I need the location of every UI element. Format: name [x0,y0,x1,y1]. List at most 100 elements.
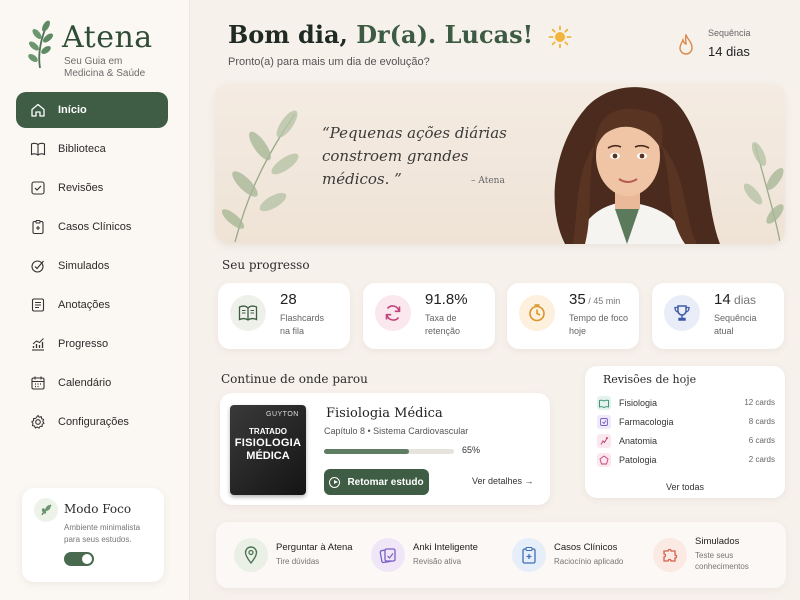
gear-icon [30,414,46,430]
sidebar-item-biblioteca[interactable]: Biblioteca [16,131,168,167]
book-progress-fill [324,449,409,454]
focus-mode-card: Modo Foco Ambiente minimalista para seus … [22,488,164,582]
sidebar-item-label: Biblioteca [58,143,106,155]
tool-name: Simulados [695,536,740,547]
sidebar-nav: Início Biblioteca Revisões Casos Clínico… [16,92,168,443]
book-chapter-meta: Capítulo 8 • Sistema Cardiovascular [324,426,469,436]
streak-value: 14 dias [708,44,750,59]
pill-icon [597,415,611,429]
brand-subtitle: Seu Guia em Medicina & Saúde [64,56,146,79]
sidebar-item-simulados[interactable]: Simulados [16,248,168,284]
tool-description: Teste seus conhecimentos [695,551,749,571]
sidebar-item-label: Anotações [58,299,110,311]
focus-mode-description: Ambiente minimalista para seus estudos. [64,523,141,544]
tool-name: Anki Inteligente [413,542,478,553]
book-title: Fisiologia Médica [326,406,443,421]
cards-icon [371,538,405,572]
sun-icon [548,25,571,48]
book-progress-label: 65% [462,445,481,455]
target-check-icon [30,258,46,274]
tool-casos-clinicos[interactable]: Casos Clínicos Raciocínio aplicado [512,534,647,578]
tool-anki-inteligente[interactable]: Anki Inteligente Revisão ativa [371,534,501,578]
greeting-title: Bom dia, Dr(a). Lucas! [228,20,572,49]
stat-card-focus-time[interactable]: 35 / 45 min Tempo de foco hoje [507,283,639,349]
chart-icon [30,336,46,352]
sidebar-item-label: Casos Clínicos [58,221,132,233]
tool-ask-atena[interactable]: Perguntar à Atena Tire dúvidas [234,534,364,578]
brand-name: Atena [62,20,153,55]
stat-value: 14 dias [714,291,757,308]
brand[interactable]: Atena Seu Guia em Medicina & Saúde [26,16,186,80]
view-details-link[interactable]: Ver detalhes → [472,476,534,486]
sidebar-item-progresso[interactable]: Progresso [16,326,168,362]
streak-indicator: Sequência 14 dias [676,26,786,66]
review-subject: Anatomia [619,436,658,446]
review-subject: Fisiologia [619,398,658,408]
review-item-fisiologia[interactable]: Fisiologia 12 cards [597,396,775,412]
leaf-icon [34,498,58,522]
greeting-subtitle: Pronto(a) para mais um dia de evolução? [228,56,430,68]
home-icon [30,102,46,118]
review-item-patologia[interactable]: Patologia 2 cards [597,453,775,469]
stat-label: Sequência atual [714,313,757,336]
sidebar-item-label: Configurações [58,416,129,428]
see-all-reviews-link[interactable]: Ver todas [585,482,785,492]
anatomy-icon [597,434,611,448]
review-count: 8 cards [748,417,775,426]
stat-card-streak[interactable]: 14 dias Sequência atual [652,283,784,349]
sidebar-item-label: Início [58,104,87,116]
review-subject: Farmacologia [619,417,674,427]
sidebar-item-inicio[interactable]: Início [16,92,168,128]
tool-description: Raciocínio aplicado [554,557,624,566]
location-pin-icon [234,538,268,572]
review-count: 2 cards [748,455,775,464]
stat-card-retention[interactable]: 91.8% Taxa de retenção [363,283,495,349]
clipboard-icon [512,538,546,572]
book-open-icon [230,295,266,331]
sidebar-item-calendario[interactable]: Calendário [16,365,168,401]
puzzle-icon [653,538,687,572]
tool-name: Perguntar à Atena [276,542,353,553]
clipboard-icon [30,219,46,235]
stat-label: Taxa de retenção [425,313,461,336]
streak-label: Sequência [708,28,751,38]
quote-banner: “Pequenas ações diárias constroem grandes… [215,84,785,244]
focus-mode-toggle[interactable] [64,552,94,566]
pathology-icon [597,453,611,467]
calendar-icon [30,375,46,391]
review-subject: Patologia [619,455,657,465]
stat-value: 91.8% [425,291,468,308]
book-cover[interactable]: GUYTON TRATADO FISIOLOGIA MÉDICA [230,405,306,495]
clock-icon [519,295,555,331]
sidebar-item-label: Calendário [58,377,112,389]
stat-label: Tempo de foco hoje [569,313,629,336]
review-count: 12 cards [744,398,775,407]
focus-mode-title: Modo Foco [64,502,132,516]
tool-name: Casos Clínicos [554,542,618,553]
resume-study-button[interactable]: Retomar estudo [324,469,429,495]
book-cover-author: GUYTON [266,411,299,418]
sidebar-item-casos-clinicos[interactable]: Casos Clínicos [16,209,168,245]
sidebar-item-anotacoes[interactable]: Anotações [16,287,168,323]
play-icon [329,476,341,488]
progress-section-title: Seu progresso [222,258,310,272]
sidebar-item-configuracoes[interactable]: Configurações [16,404,168,440]
stat-card-flashcards[interactable]: 28 Flashcards na fila [218,283,350,349]
stat-label: Flashcards na fila [280,313,325,336]
stat-value: 28 [280,291,297,308]
book-icon [597,396,611,410]
sidebar-item-revisoes[interactable]: Revisões [16,170,168,206]
flame-icon [679,34,693,55]
sidebar-item-label: Simulados [58,260,110,272]
continue-section-title: Continue de onde parou [221,372,368,386]
sidebar: Atena Seu Guia em Medicina & Saúde Início… [0,0,190,600]
decorative-leaves-icon [221,110,299,243]
tool-simulados[interactable]: Simulados Teste seus conhecimentos [653,534,778,578]
laurel-logo-icon [28,20,53,69]
review-item-anatomia[interactable]: Anatomia 6 cards [597,434,775,450]
notes-icon [30,297,46,313]
trophy-icon [664,295,700,331]
reviews-title: Revisões de hoje [603,373,697,386]
book-cover-line: FISIOLOGIA [234,437,302,449]
review-item-farmacologia[interactable]: Farmacologia 8 cards [597,415,775,431]
